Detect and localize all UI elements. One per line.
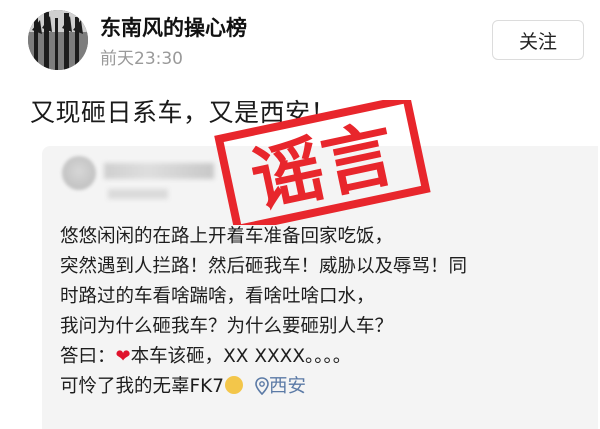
heart-emoji-icon: ❤ [115,346,131,367]
author-name[interactable]: 东南风的操心榜 [100,12,247,42]
blurred-username [104,163,214,179]
answer-prefix: 答曰： [60,346,116,367]
location-label[interactable]: 西安 [269,376,306,397]
location-pin-icon [255,375,269,405]
rumor-stamp: 谣言 [214,100,431,225]
embedded-post-text: 悠悠闲闲的在路上开着车准备回家吃饭， 突然遇到人拦路！然后砸我车！威胁以及辱骂！… [60,222,580,405]
post-time: 前天23:30 [100,49,183,69]
post-line: 突然遇到人拦路！然后砸我车！威胁以及辱骂！同 [60,256,468,277]
answer-text: 本车该砸，XX XXXX。。。。 [130,346,352,367]
blurred-timestamp [108,189,168,199]
answer-line: 答曰：❤本车该砸，XX XXXX。。。。 [60,342,580,372]
post-line: 时路过的车看啥踹啥，看啥吐啥口水， [60,286,375,307]
blurred-avatar [62,156,96,190]
follow-button[interactable]: 关注 [492,20,584,60]
post-line: 悠悠闲闲的在路上开着车准备回家吃饭， [60,226,394,247]
post-line: 我问为什么砸我车？为什么要砸别人车？ [60,316,394,337]
face-emoji-icon [225,376,244,394]
author-avatar[interactable] [28,10,88,70]
last-line-text: 可怜了我的无辜FK7 [60,376,225,397]
last-line: 可怜了我的无辜FK7 西安 [60,372,580,405]
